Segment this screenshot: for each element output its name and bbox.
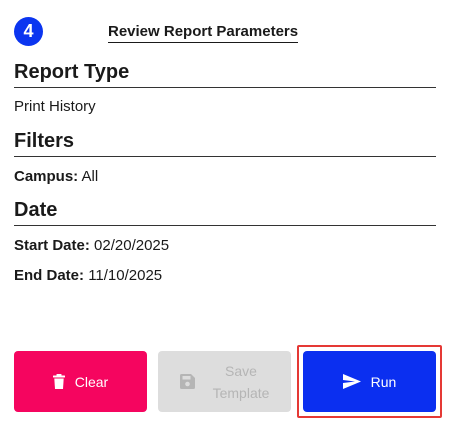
report-type-value: Print History [14,98,96,115]
floppy-disk-icon [179,374,195,389]
end-date-label: End Date: [14,267,85,284]
report-type-heading: Report Type [14,61,436,88]
start-date-value: 02/20/2025 [94,237,170,254]
clear-button-label: Clear [74,373,109,390]
campus-label: Campus: [14,168,79,185]
review-report-panel: 4 Review Report Parameters Report Type P… [0,0,449,424]
send-icon [342,374,361,389]
save-template-button[interactable]: Save Template [158,351,291,412]
start-date-label: Start Date: [14,237,90,254]
trash-icon [52,374,65,389]
save-label-line2: Template [212,384,270,401]
campus-filter-line: Campus: All [14,168,98,185]
campus-value: All [81,168,99,185]
end-date-line: End Date: 11/10/2025 [14,267,162,284]
step-number-badge: 4 [14,17,43,46]
save-template-label: Save Template [213,360,270,404]
start-date-line: Start Date: 02/20/2025 [14,237,169,254]
run-button-label: Run [370,373,397,390]
step-title: Review Report Parameters [108,23,299,43]
save-label-line1: Save [225,362,257,379]
clear-button[interactable]: Clear [14,351,147,412]
date-heading: Date [14,199,436,226]
filters-heading: Filters [14,130,436,157]
end-date-value: 11/10/2025 [88,267,163,284]
run-button[interactable]: Run [303,351,436,412]
